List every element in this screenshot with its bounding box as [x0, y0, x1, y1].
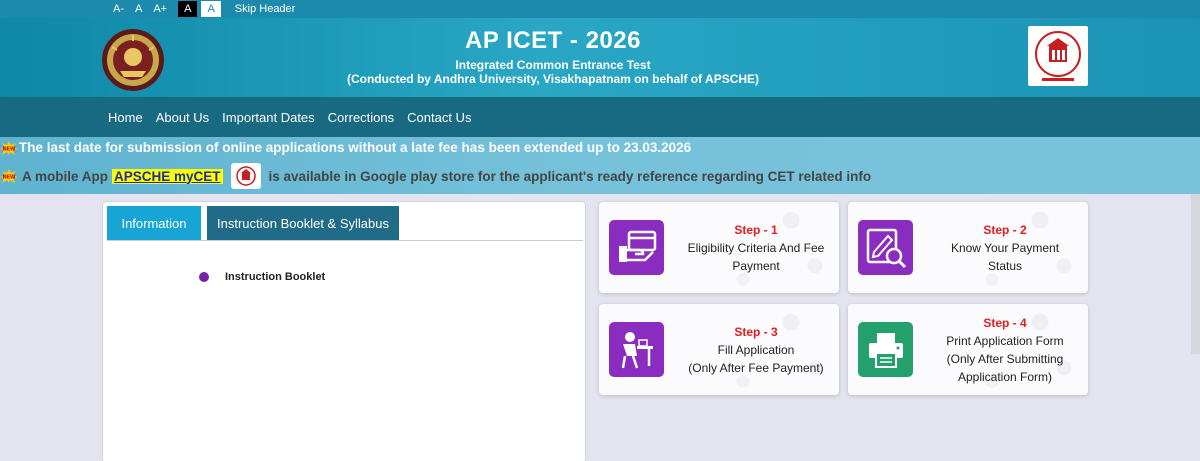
- step-4-title: Step - 4: [983, 315, 1027, 330]
- nav-about-us[interactable]: About Us: [156, 110, 209, 125]
- scrollbar[interactable]: [1191, 194, 1200, 354]
- tab-information[interactable]: Information: [107, 206, 201, 240]
- nav-contact-us[interactable]: Contact Us: [407, 110, 471, 125]
- font-increase-button[interactable]: A+: [153, 1, 167, 17]
- main-nav: Home About Us Important Dates Correction…: [0, 97, 1200, 137]
- step-2-desc-line1: Know Your Payment: [950, 240, 1060, 255]
- tab-instruction-booklet-syllabus[interactable]: Instruction Booklet & Syllabus: [207, 206, 399, 240]
- step-4-desc-line3: Application Form): [957, 369, 1053, 384]
- new-badge-text: NEW: [2, 175, 16, 181]
- list-item[interactable]: Instruction Booklet: [199, 271, 325, 283]
- apsche-mycet-link[interactable]: APSCHE myCET: [112, 168, 223, 184]
- info-panel: Information Instruction Booklet & Syllab…: [102, 201, 586, 461]
- step-3-title: Step - 3: [734, 324, 778, 339]
- step-1-desc-line1: Eligibility Criteria And Fee: [687, 240, 825, 255]
- page-subtitle: Integrated Common Entrance Test: [455, 58, 651, 72]
- new-badge-icon: NEW: [0, 140, 18, 155]
- announcement-bar: NEW The last date for submission of onli…: [0, 137, 1200, 194]
- nav-home[interactable]: Home: [108, 110, 143, 125]
- step-3-card[interactable]: Step - 3 Fill Application (Only After Fe…: [599, 304, 839, 395]
- step-2-text: Step - 2 Know Your Payment Status: [928, 202, 1082, 293]
- nav-important-dates[interactable]: Important Dates: [222, 110, 315, 125]
- step-3-desc-line1: Fill Application: [717, 342, 795, 357]
- skip-header-link[interactable]: Skip Header: [235, 1, 296, 17]
- site-header: AP ICET - 2026 Integrated Common Entranc…: [0, 18, 1200, 97]
- student-desk-icon: [609, 322, 664, 377]
- tab-divider: [107, 240, 583, 241]
- font-normal-button[interactable]: A: [135, 1, 142, 17]
- step-1-card[interactable]: Step - 1 Eligibility Criteria And Fee Pa…: [599, 202, 839, 293]
- step-4-desc-line2: (Only After Submitting: [946, 351, 1064, 366]
- title-block: AP ICET - 2026 Integrated Common Entranc…: [300, 24, 806, 86]
- announcement-1: NEW The last date for submission of onli…: [0, 140, 691, 155]
- dark-theme-button[interactable]: A: [178, 1, 198, 17]
- announcement-2-suffix: is available in Google play store for th…: [268, 168, 872, 184]
- new-badge-icon: NEW: [0, 169, 18, 183]
- step-3-desc-line2: (Only After Fee Payment): [688, 360, 824, 375]
- step-2-desc-line2: Status: [987, 258, 1023, 273]
- step-2-title: Step - 2: [983, 222, 1027, 237]
- step-3-text: Step - 3 Fill Application (Only After Fe…: [679, 304, 833, 395]
- step-1-desc-line2: Payment: [732, 258, 780, 273]
- mycet-app-icon: [230, 163, 261, 189]
- step-1-text: Step - 1 Eligibility Criteria And Fee Pa…: [679, 202, 833, 293]
- light-theme-button[interactable]: A: [201, 1, 221, 17]
- accessibility-bar: A- A A+ A A Skip Header: [0, 0, 1200, 18]
- announcement-2: NEW A mobile App APSCHE myCET is availab…: [0, 163, 871, 189]
- step-4-card[interactable]: Step - 4 Print Application Form (Only Af…: [848, 304, 1088, 395]
- step-4-desc-line1: Print Application Form: [946, 333, 1064, 348]
- search-document-icon: [858, 220, 913, 275]
- payment-card-icon: [609, 220, 664, 275]
- apsche-logo: [1028, 26, 1088, 86]
- step-1-title: Step - 1: [734, 222, 778, 237]
- announcement-2-prefix: A mobile App: [22, 168, 108, 184]
- bullet-icon: [199, 272, 209, 282]
- announcement-1-text: The last date for submission of online a…: [19, 140, 692, 155]
- conducted-by-text: (Conducted by Andhra University, Visakha…: [346, 72, 760, 86]
- step-4-text: Step - 4 Print Application Form (Only Af…: [928, 304, 1082, 395]
- step-2-card[interactable]: Step - 2 Know Your Payment Status: [848, 202, 1088, 293]
- printer-icon: [858, 322, 913, 377]
- instruction-booklet-link[interactable]: Instruction Booklet: [225, 271, 325, 283]
- nav-corrections[interactable]: Corrections: [328, 110, 394, 125]
- new-badge-text: NEW: [2, 146, 16, 152]
- font-decrease-button[interactable]: A-: [113, 1, 124, 17]
- andhra-university-logo: [100, 27, 166, 93]
- page-title: AP ICET - 2026: [465, 27, 641, 54]
